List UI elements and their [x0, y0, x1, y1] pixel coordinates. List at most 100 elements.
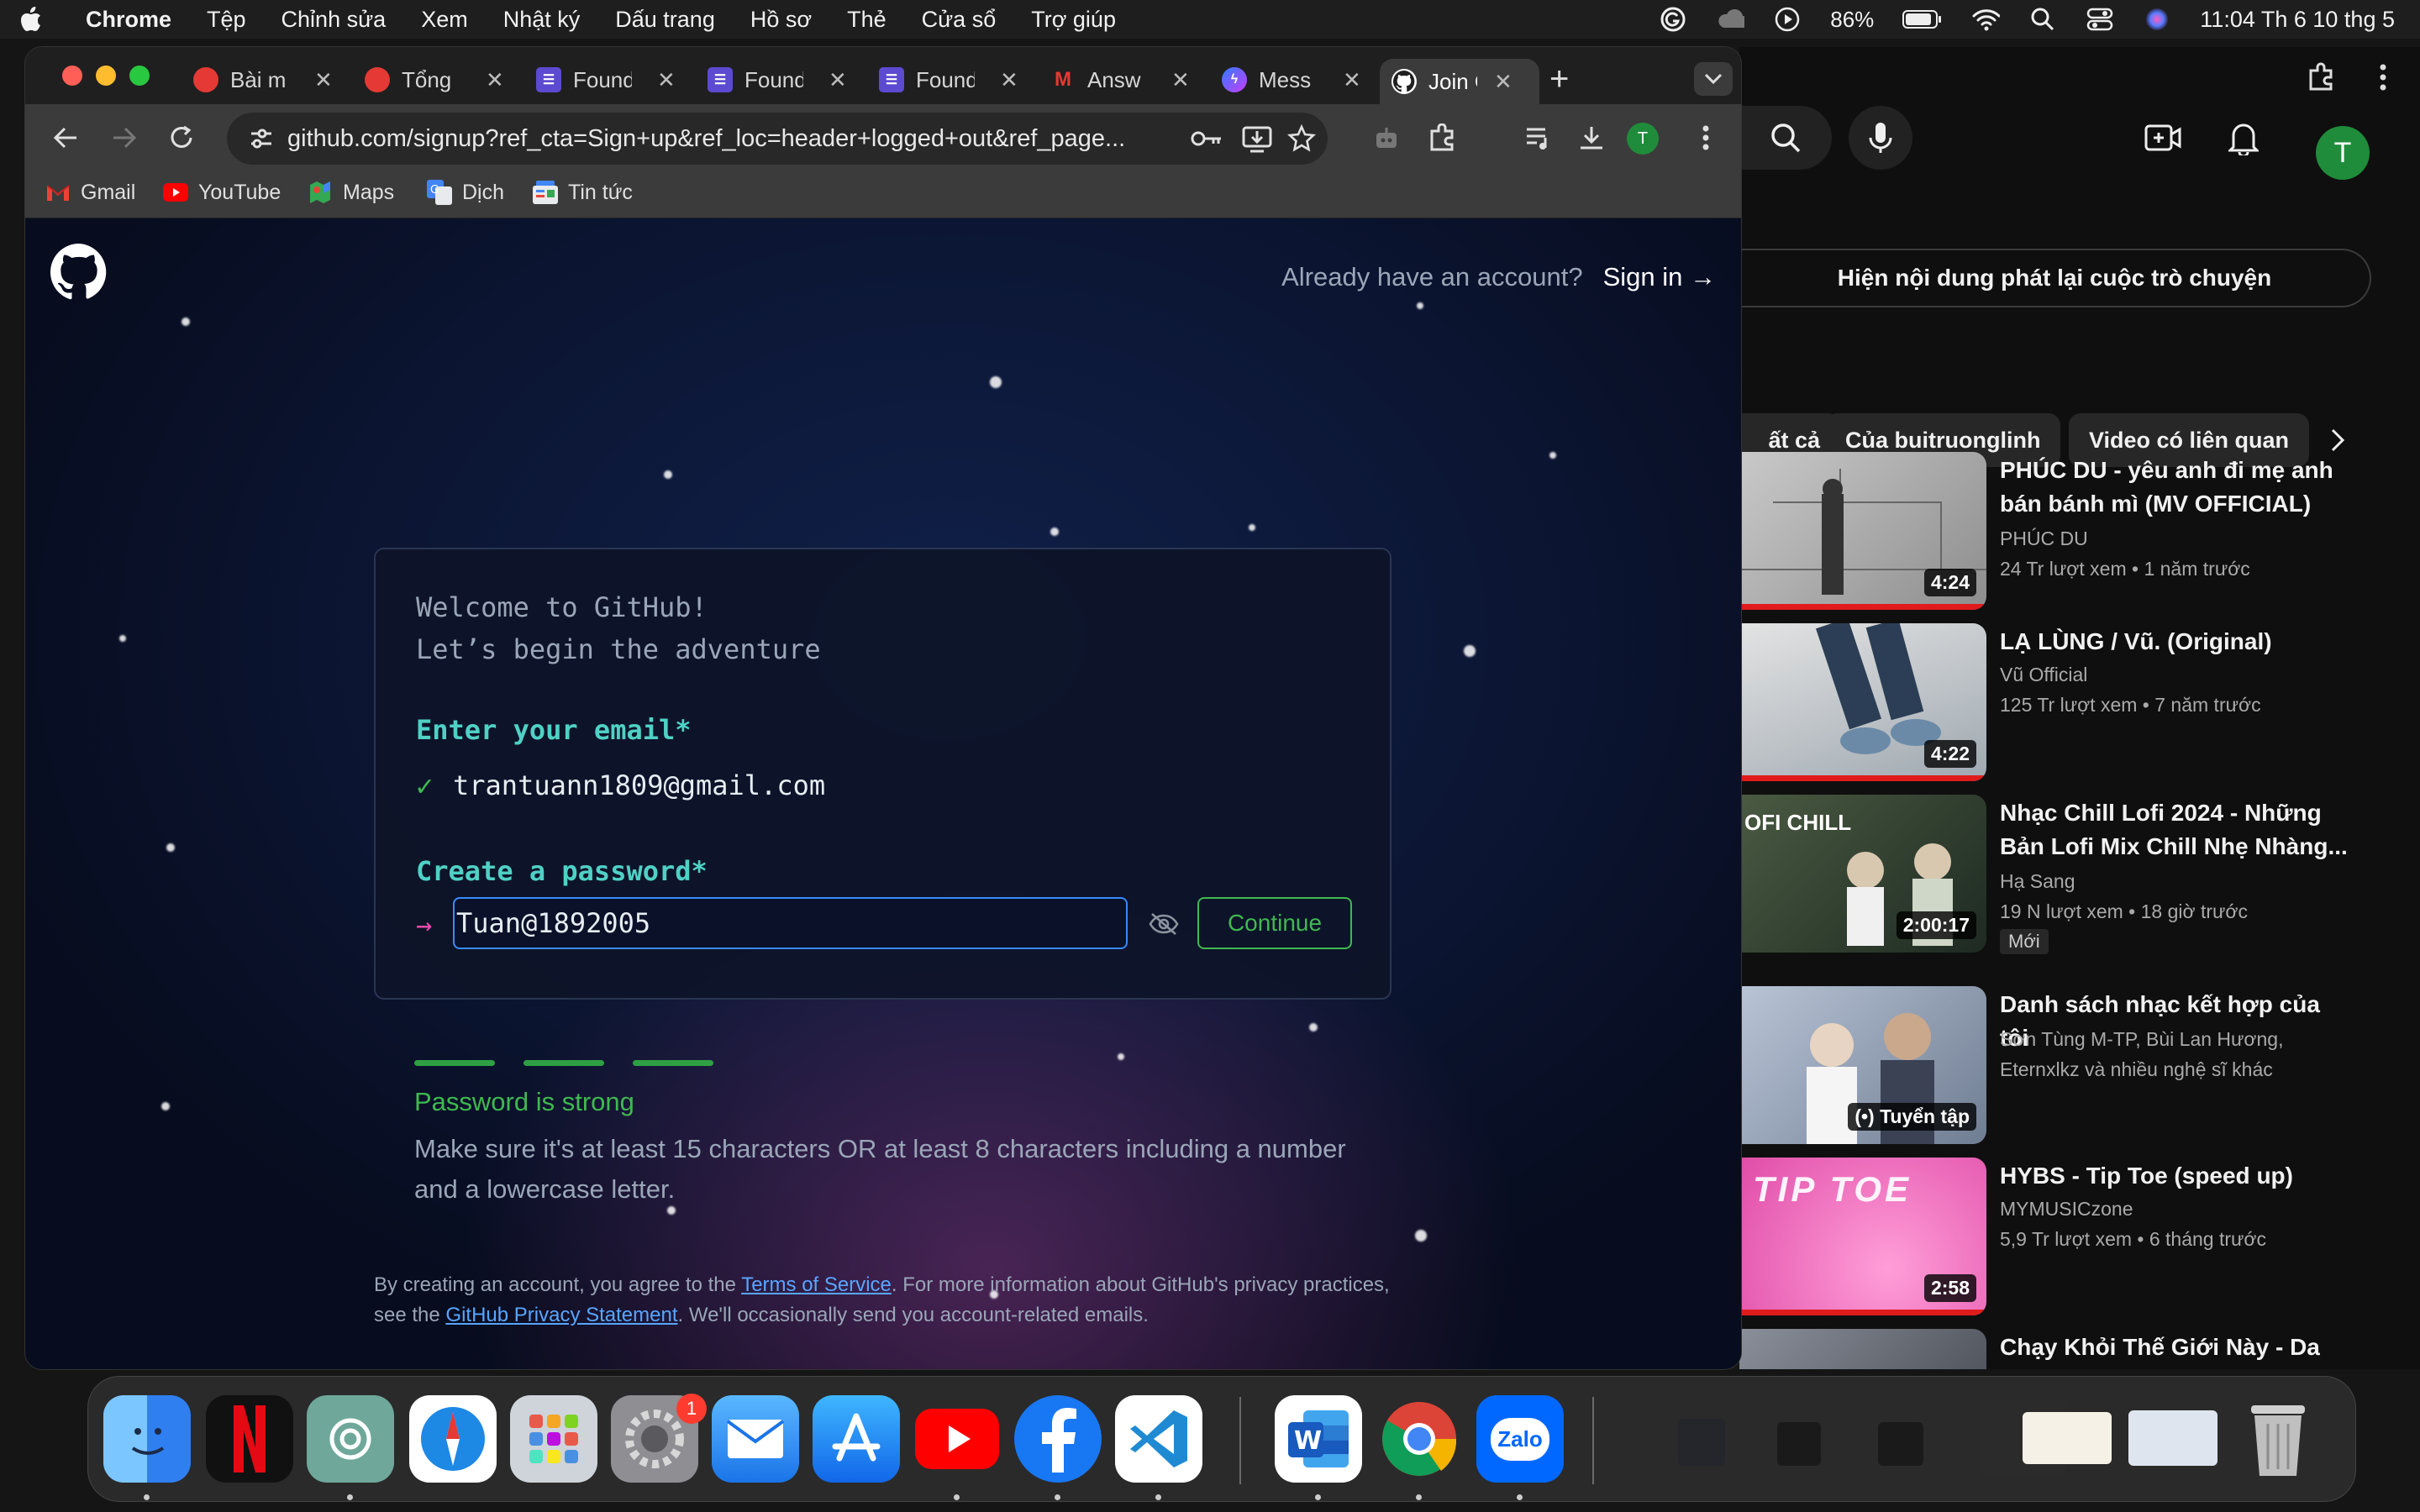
create-video-icon[interactable] — [2143, 119, 2183, 156]
more-menu-icon[interactable] — [2365, 59, 2402, 96]
video-thumbnail[interactable]: OFI CHILL 2:00:17 — [1739, 795, 1986, 953]
address-bar[interactable]: github.com/signup?ref_cta=Sign+up&ref_lo… — [227, 113, 1328, 165]
close-window-button[interactable] — [62, 66, 82, 86]
terms-of-service-link[interactable]: Terms of Service — [741, 1273, 892, 1296]
close-icon[interactable]: ✕ — [1000, 67, 1018, 93]
extensions-puzzle-icon[interactable] — [1423, 119, 1460, 156]
video-title[interactable]: Chạy Khỏi Thế Giới Này - Da LAB ft. Phươ… — [2000, 1331, 2353, 1369]
video-title[interactable]: HYBS - Tip Toe (speed up) — [2000, 1159, 2353, 1193]
video-item[interactable]: (•) Tuyển tập Danh sách nhạc kết hợp của… — [1739, 986, 2420, 1146]
close-icon[interactable]: ✕ — [657, 67, 676, 93]
menu-profiles[interactable]: Hồ sơ — [750, 7, 812, 33]
notifications-bell-icon[interactable] — [2223, 118, 2264, 158]
video-item[interactable]: 4:24 PHÚC DU - yêu anh đi mẹ anh bán bán… — [1739, 452, 2420, 612]
video-channel[interactable]: MYMUSICzone — [2000, 1198, 2133, 1221]
video-title[interactable]: PHÚC DU - yêu anh đi mẹ anh bán bánh mì … — [2000, 454, 2353, 521]
microsoft-word-icon[interactable]: W — [1275, 1395, 1362, 1483]
close-icon[interactable]: ✕ — [1343, 67, 1361, 93]
finder-icon[interactable] — [103, 1395, 191, 1483]
video-title[interactable]: LẠ LÙNG / Vũ. (Original) — [2000, 625, 2353, 659]
bookmark-translate[interactable]: G Dịch — [427, 180, 504, 205]
video-channel[interactable]: Vũ Official — [2000, 664, 2087, 686]
spotlight-search-icon[interactable] — [2028, 5, 2057, 34]
eye-slash-icon[interactable] — [1147, 909, 1181, 939]
youtube-search-button[interactable] — [1739, 106, 1832, 170]
video-channel[interactable]: Sơn Tùng M-TP, Bùi Lan Hương, — [2000, 1028, 2284, 1051]
vscode-icon[interactable] — [1115, 1395, 1202, 1483]
profile-avatar[interactable]: T — [1627, 123, 1659, 155]
bookmark-youtube[interactable]: YouTube — [163, 180, 281, 205]
reload-icon[interactable] — [163, 119, 200, 156]
control-center-icon[interactable] — [2086, 5, 2114, 34]
tab-join-github[interactable]: Join G ✕ — [1380, 59, 1539, 104]
new-tab-button[interactable]: + — [1549, 60, 1569, 98]
facebook-icon[interactable] — [1014, 1395, 1102, 1483]
menu-chrome[interactable]: Chrome — [86, 7, 171, 33]
menu-window[interactable]: Cửa sổ — [922, 7, 997, 33]
video-item[interactable]: 4:22 LẠ LÙNG / Vũ. (Original) Vũ Officia… — [1739, 623, 2420, 783]
voice-search-icon[interactable] — [1849, 106, 1912, 170]
video-thumbnail[interactable]: 4:24 — [1739, 452, 1986, 610]
minimize-window-button[interactable] — [96, 66, 116, 86]
password-input[interactable] — [453, 897, 1128, 949]
siri-icon[interactable] — [2143, 5, 2171, 34]
privacy-statement-link[interactable]: GitHub Privacy Statement — [445, 1304, 677, 1326]
battery-icon[interactable] — [1902, 5, 1943, 34]
bookmark-maps[interactable]: Maps — [308, 180, 394, 205]
extensions-icon[interactable] — [2302, 59, 2339, 96]
video-thumbnail[interactable]: (•) Tuyển tập — [1739, 986, 1986, 1144]
bookmark-gmail[interactable]: Gmail — [45, 180, 135, 205]
install-app-icon[interactable] — [1242, 124, 1272, 157]
launchpad-icon[interactable] — [510, 1395, 597, 1483]
show-chat-replay-button[interactable]: Hiện nội dung phát lại cuộc trò chuyện — [1739, 249, 2371, 307]
close-icon[interactable]: ✕ — [486, 67, 504, 93]
minimized-window-thumbnail[interactable] — [1777, 1422, 1821, 1466]
tab-tong[interactable]: Tổng ✕ — [353, 59, 516, 101]
menu-help[interactable]: Trợ giúp — [1031, 7, 1116, 33]
video-channel[interactable]: Hạ Sang — [2000, 870, 2075, 893]
close-icon[interactable]: ✕ — [314, 67, 333, 93]
tab-messenger[interactable]: ϟ Mess ✕ — [1210, 59, 1373, 101]
tab-search-chevron-icon[interactable] — [1694, 62, 1733, 96]
apple-menu-icon[interactable] — [20, 6, 44, 33]
video-item[interactable]: TIP TOE 2:58 HYBS - Tip Toe (speed up) M… — [1739, 1158, 2420, 1317]
menu-bookmarks[interactable]: Dấu trang — [615, 7, 715, 33]
back-arrow-icon[interactable] — [47, 119, 84, 156]
wifi-icon[interactable] — [1971, 5, 2001, 34]
minimized-window-thumbnail[interactable] — [1878, 1422, 1923, 1466]
minimized-window-thumbnail[interactable] — [1678, 1419, 1725, 1466]
video-title[interactable]: Nhạc Chill Lofi 2024 - Những Bản Lofi Mi… — [2000, 796, 2353, 864]
video-channel[interactable]: PHÚC DU — [2000, 528, 2088, 550]
netflix-icon[interactable] — [206, 1395, 293, 1483]
menu-tab[interactable]: Thẻ — [847, 7, 886, 33]
forward-arrow-icon[interactable] — [106, 119, 143, 156]
downloads-icon[interactable] — [1573, 119, 1610, 156]
mail-icon[interactable] — [712, 1395, 799, 1483]
video-item[interactable]: Chạy Khỏi Thế Giới Này - Da LAB ft. Phươ… — [1739, 1329, 2420, 1369]
zalo-icon[interactable]: Zalo — [1476, 1395, 1564, 1483]
minimized-window-thumbnail[interactable] — [2023, 1412, 2112, 1464]
email-value[interactable]: trantuann1809@gmail.com — [453, 769, 825, 801]
menu-history[interactable]: Nhật ký — [503, 7, 581, 33]
site-settings-icon[interactable] — [249, 126, 274, 155]
tab-bai-m[interactable]: Bài m ✕ — [182, 59, 345, 101]
close-icon[interactable]: ✕ — [829, 67, 847, 93]
media-queue-icon[interactable] — [1521, 119, 1558, 156]
google-chrome-icon[interactable] — [1376, 1395, 1463, 1483]
tab-found-3[interactable]: ☰ Found ✕ — [867, 59, 1030, 101]
bookmark-news[interactable]: Tin tức — [533, 180, 633, 205]
menu-view[interactable]: Xem — [421, 7, 468, 33]
app-store-icon[interactable] — [813, 1395, 900, 1483]
menu-edit[interactable]: Chỉnh sửa — [281, 7, 387, 33]
chrome-menu-icon[interactable] — [1687, 119, 1724, 156]
tab-answ[interactable]: M Answ ✕ — [1039, 59, 1202, 101]
grammarly-icon[interactable] — [1659, 5, 1687, 34]
continue-button[interactable]: Continue — [1197, 897, 1352, 949]
minimized-window-thumbnail[interactable] — [2128, 1410, 2217, 1466]
bookmark-star-icon[interactable] — [1287, 123, 1316, 157]
menubar-clock[interactable]: 11:04 Th 6 10 thg 5 — [2200, 7, 2395, 33]
video-thumbnail[interactable]: 4:22 — [1739, 623, 1986, 781]
video-thumbnail[interactable]: TIP TOE 2:58 — [1739, 1158, 1986, 1315]
zoom-window-button[interactable] — [129, 66, 150, 86]
video-thumbnail[interactable] — [1739, 1329, 1986, 1369]
